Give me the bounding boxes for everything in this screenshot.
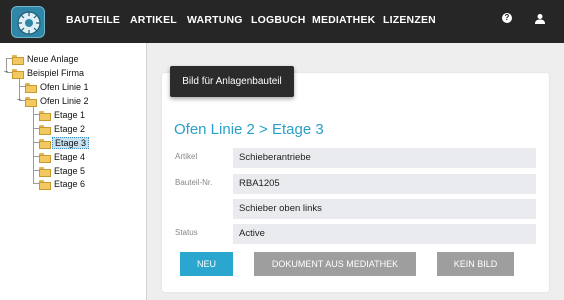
collapse-toggle-icon[interactable]: −: [15, 96, 23, 104]
app-logo[interactable]: [11, 6, 45, 38]
tree-node-etage-5[interactable]: Etage 5: [39, 164, 87, 177]
nav-lizenzen[interactable]: LIZENZEN: [383, 14, 436, 26]
tree-node-etage-1[interactable]: Etage 1: [39, 108, 87, 121]
tree-node-etage-6[interactable]: Etage 6: [39, 177, 87, 190]
collapse-toggle-icon[interactable]: −: [2, 68, 10, 76]
new-button[interactable]: NEU: [180, 252, 233, 276]
folder-icon: [39, 138, 51, 149]
field-label-status: Status: [175, 228, 198, 237]
bauteil-nr-field[interactable]: RBA1205: [233, 174, 536, 194]
tree-node-label: Etage 4: [54, 151, 86, 162]
page-title: Ofen Linie 2 > Etage 3: [174, 121, 324, 138]
tree-node-label: Etage 5: [54, 165, 86, 176]
tree-node-label: Etage 6: [54, 178, 86, 189]
tree-node-ofen-linie-2[interactable]: Ofen Linie 2: [25, 94, 91, 107]
tree-node-beispiel-firma[interactable]: Beispiel Firma: [12, 66, 86, 79]
folder-icon: [39, 179, 51, 190]
image-tooltip: Bild für Anlagenbauteil: [170, 66, 294, 97]
field-label-bauteil-nr: Bauteil-Nr.: [175, 178, 213, 187]
tree-node-neue-anlage[interactable]: Neue Anlage: [12, 52, 81, 65]
folder-icon: [39, 152, 51, 163]
top-navigation-bar: BAUTEILE ARTIKEL WARTUNG LOGBUCH MEDIATH…: [0, 0, 564, 43]
folder-icon: [39, 166, 51, 177]
tree-node-label: Etage 1: [54, 109, 86, 120]
tree-connector: [33, 106, 34, 183]
tree-node-etage-3[interactable]: Etage 3: [39, 136, 90, 149]
tree-node-label: Etage 3: [52, 136, 90, 149]
tree-node-label: Ofen Linie 2: [40, 95, 89, 106]
folder-icon: [25, 96, 37, 107]
nav-mediathek[interactable]: MEDIATHEK: [312, 14, 375, 26]
description-field[interactable]: Schieber oben links: [233, 199, 536, 219]
document-from-library-button[interactable]: DOKUMENT AUS MEDIATHEK: [254, 252, 416, 276]
folder-icon: [12, 54, 24, 65]
component-tree: − − Neue Anlage Beispiel Firma Ofen Lini…: [0, 43, 147, 300]
folder-icon: [39, 124, 51, 135]
tree-node-label: Neue Anlage: [27, 53, 79, 64]
folder-icon: [25, 82, 37, 93]
tree-node-label: Etage 2: [54, 123, 86, 134]
nav-artikel[interactable]: ARTIKEL: [130, 14, 177, 26]
nav-logbuch[interactable]: LOGBUCH: [251, 14, 305, 26]
folder-icon: [39, 110, 51, 121]
help-icon[interactable]: ?: [502, 13, 512, 23]
folder-icon: [12, 68, 24, 79]
artikel-field[interactable]: Schieberantriebe: [233, 148, 536, 168]
nav-bauteile[interactable]: BAUTEILE: [66, 14, 120, 26]
tree-node-etage-4[interactable]: Etage 4: [39, 150, 87, 163]
field-label-artikel: Artikel: [175, 152, 198, 161]
tree-node-label: Beispiel Firma: [27, 67, 85, 78]
no-image-button[interactable]: KEIN BILD: [437, 252, 514, 276]
nav-wartung[interactable]: WARTUNG: [187, 14, 243, 26]
status-field[interactable]: Active: [233, 224, 536, 244]
tree-node-ofen-linie-1[interactable]: Ofen Linie 1: [25, 80, 91, 93]
tree-node-label: Ofen Linie 1: [40, 81, 89, 92]
user-icon[interactable]: [534, 12, 546, 24]
tree-node-etage-2[interactable]: Etage 2: [39, 122, 87, 135]
